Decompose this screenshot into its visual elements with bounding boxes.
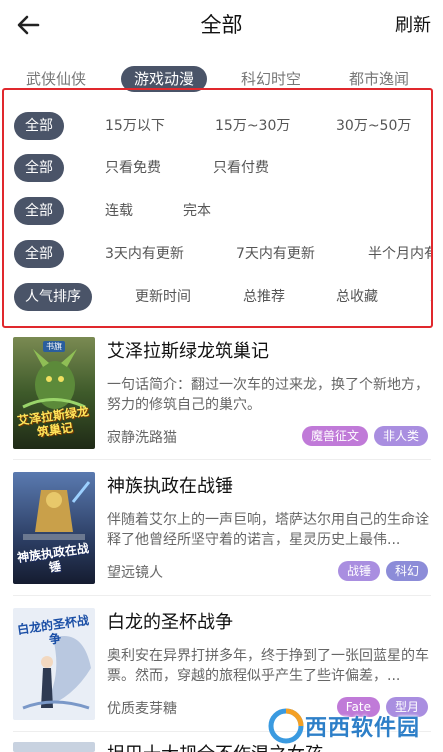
book-cover[interactable]: 神族执政在战锤 [13, 472, 95, 584]
book-title[interactable]: 神族执政在战锤 [107, 472, 233, 498]
filter-panel: 全部 15万以下 15万~30万 30万~50万 全部 只看免费 只看付费 全部… [2, 88, 433, 328]
tag-badge[interactable]: 战锤 [337, 561, 380, 581]
filter-row-update: 全部 3天内有更新 7天内有更新 半个月内有更 [4, 240, 431, 268]
book-description: 伴随着艾尔上的一声巨响，塔萨达尔用自己的生命诠释了他曾经所坚守着的诺言，星灵历史… [107, 512, 429, 548]
filter-status-all[interactable]: 全部 [14, 197, 64, 225]
site-watermark: 西西软件园 [250, 702, 443, 752]
sort-more[interactable]: 总 [430, 283, 431, 311]
filter-price-under-150k[interactable]: 15万以下 [105, 112, 165, 140]
sort-update-time[interactable]: 更新时间 [135, 283, 191, 311]
sort-recommend[interactable]: 总推荐 [243, 283, 285, 311]
filter-row-price: 全部 15万以下 15万~30万 30万~50万 [4, 112, 431, 140]
watermark-text: 西西软件园 [305, 716, 421, 741]
tag-badge[interactable]: 科幻 [385, 561, 428, 581]
filter-free-only[interactable]: 只看免费 [105, 154, 161, 182]
filter-update-all[interactable]: 全部 [14, 240, 64, 268]
book-author[interactable]: 优质麦芽糖 [107, 698, 177, 718]
book-description: 奥利安在异界打拼多年，终于挣到了一张回蓝星的车票。然而，穿越的旅程似乎产生了些许… [107, 648, 429, 684]
book-cover[interactable]: 白龙的圣杯战争 [13, 608, 95, 720]
filter-paid-only[interactable]: 只看付费 [213, 154, 269, 182]
tag-badge[interactable]: 魔兽征文 [301, 426, 368, 446]
filter-price-300k-500k[interactable]: 30万~50万 [336, 112, 411, 140]
book-title[interactable]: 艾泽拉斯绿龙筑巢记 [107, 337, 269, 363]
filter-row-sort: 人气排序 更新时间 总推荐 总收藏 总 [4, 283, 431, 311]
filter-price-all[interactable]: 全部 [14, 112, 64, 140]
book-title[interactable]: 白龙的圣杯战争 [107, 608, 233, 634]
book-item[interactable]: 书旗 艾泽拉斯绿龙筑巢记 艾泽拉斯绿龙筑巢记 一句话简介：翻过一次车的过来龙，换… [0, 337, 443, 477]
filter-pay-all[interactable]: 全部 [14, 154, 64, 182]
top-bar: 全部 刷新 [0, 0, 443, 52]
book-tags: 魔兽征文 非人类 [296, 425, 428, 446]
book-cover[interactable]: 书旗 艾泽拉斯绿龙筑巢记 [13, 337, 95, 449]
filter-update-7days[interactable]: 7天内有更新 [236, 240, 315, 268]
book-description: 一句话简介：翻过一次车的过来龙，换了个新地方，努力的修筑自己的巢穴。 [107, 377, 429, 413]
refresh-button[interactable]: 刷新 [395, 11, 431, 37]
sort-favorites[interactable]: 总收藏 [336, 283, 378, 311]
book-cover[interactable] [13, 742, 95, 752]
divider [13, 459, 431, 460]
filter-completed[interactable]: 完本 [183, 197, 211, 225]
publisher-badge: 书旗 [43, 341, 65, 352]
tag-badge[interactable]: 非人类 [373, 426, 428, 446]
filter-update-half-month[interactable]: 半个月内有更 [368, 240, 431, 268]
watermark-logo-icon [268, 708, 304, 744]
filter-row-pay: 全部 只看免费 只看付费 [4, 154, 431, 182]
filter-price-150k-300k[interactable]: 15万~30万 [215, 112, 290, 140]
book-author[interactable]: 寂静洗路猫 [107, 427, 177, 447]
filter-row-status: 全部 连载 完本 [4, 197, 431, 225]
book-tags: 战锤 科幻 [332, 560, 428, 581]
page-title: 全部 [200, 13, 243, 37]
filter-serializing[interactable]: 连载 [105, 197, 133, 225]
filter-update-3days[interactable]: 3天内有更新 [105, 240, 184, 268]
sort-popularity[interactable]: 人气排序 [14, 283, 92, 311]
book-author[interactable]: 望远镜人 [107, 562, 163, 582]
divider [13, 595, 431, 596]
book-item[interactable]: 神族执政在战锤 神族执政在战锤 伴随着艾尔上的一声巨响，塔萨达尔用自己的生命诠释… [0, 472, 443, 612]
